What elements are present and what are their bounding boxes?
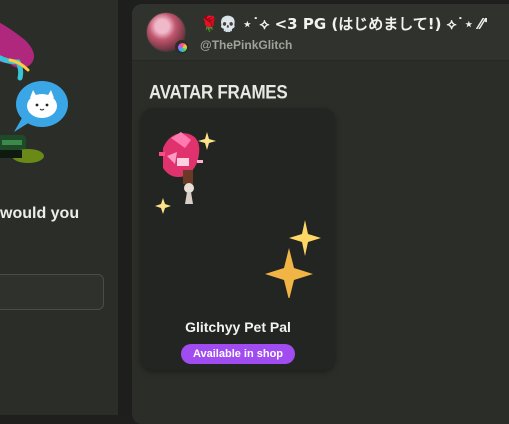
nitro-badge-icon (175, 40, 189, 54)
left-panel: would you (0, 0, 118, 415)
answer-input[interactable] (0, 274, 104, 310)
decorative-art (0, 22, 68, 163)
pet-creature-icon (159, 132, 203, 204)
question-text: would you (0, 205, 80, 222)
sparkle-icon (198, 132, 216, 150)
avatar[interactable] (146, 12, 189, 54)
section-title: Avatar Frames (149, 81, 288, 103)
panel-gap (118, 0, 132, 415)
profile-header: 🌹💀 ⋆˙⟡ <3 PG (はじめまして!) ⟡˙⋆ ⁄⁄' @ThePinkG… (132, 4, 509, 61)
profile-panel: 🌹💀 ⋆˙⟡ <3 PG (はじめまして!) ⟡˙⋆ ⁄⁄' @ThePinkG… (132, 4, 509, 424)
display-name: 🌹💀 ⋆˙⟡ <3 PG (はじめまして!) ⟡˙⋆ ⁄⁄' (200, 15, 489, 33)
item-name: Glitchyy Pet Pal (185, 319, 291, 335)
shop-availability-badge[interactable]: Available in shop (181, 344, 295, 364)
sparkle-icon (155, 198, 171, 214)
sparkle-icon (289, 220, 321, 256)
pet-pal-frame-art (155, 132, 321, 298)
username: @ThePinkGlitch (200, 38, 293, 52)
avatar-frame-card[interactable]: Glitchyy Pet Pal Available in shop (141, 108, 335, 370)
sparkle-icon (265, 248, 313, 298)
